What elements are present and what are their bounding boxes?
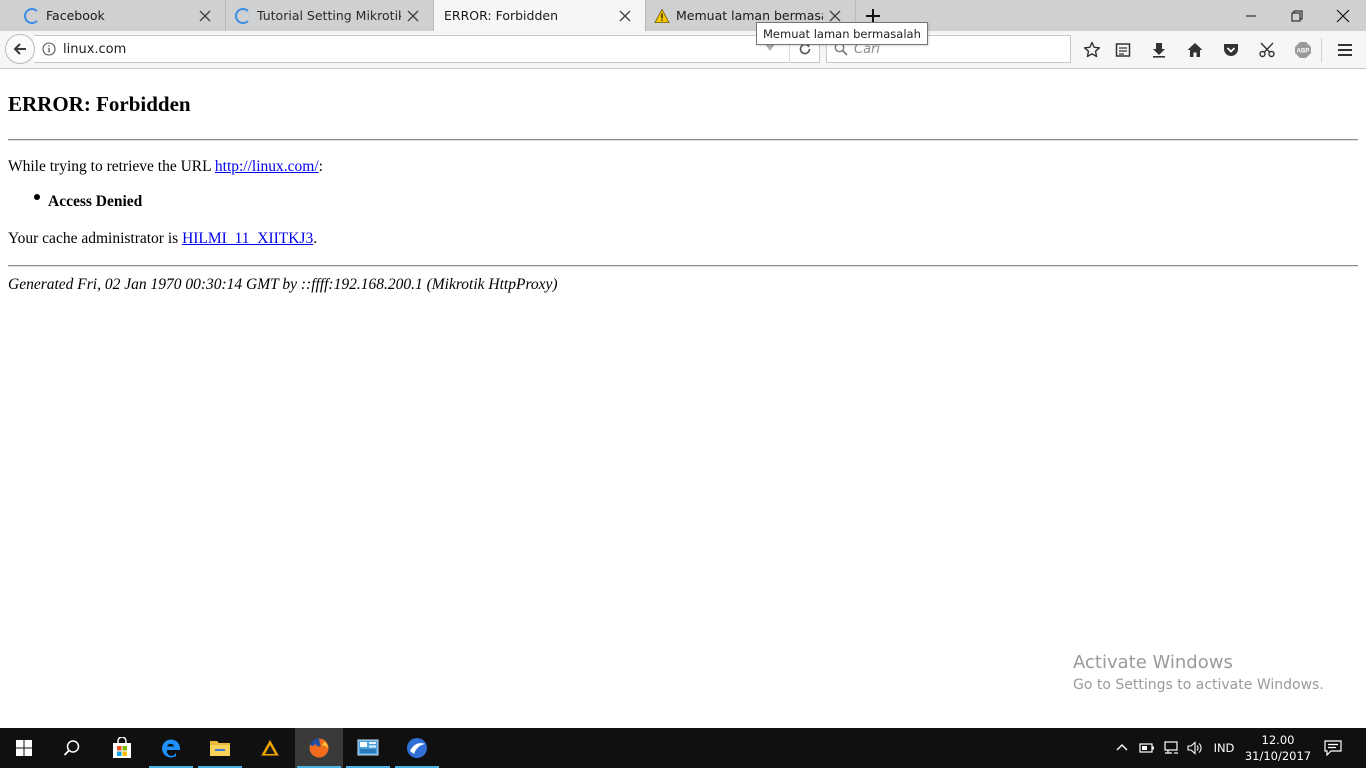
- tab-label: ERROR: Forbidden: [444, 8, 559, 23]
- reading-list-button[interactable]: [1110, 37, 1136, 63]
- close-window-button[interactable]: [1320, 0, 1366, 31]
- scissors-icon: [1259, 42, 1275, 58]
- back-arrow-icon: [13, 43, 26, 55]
- adblock-plus-button[interactable]: ABP: [1290, 37, 1316, 63]
- back-button[interactable]: [5, 34, 35, 64]
- taskbar-search-button[interactable]: [48, 728, 96, 768]
- notification-icon: [1324, 740, 1342, 756]
- cache-admin-link[interactable]: HILMI_11_XIITKJ3: [182, 230, 313, 247]
- control-panel-icon: [357, 739, 379, 756]
- close-tab-icon[interactable]: [405, 8, 421, 24]
- warning-icon: [654, 8, 670, 23]
- pocket-button[interactable]: [1218, 37, 1244, 63]
- loading-spinner-icon: [24, 7, 40, 24]
- start-button[interactable]: [0, 728, 48, 768]
- home-icon: [1187, 43, 1203, 57]
- minimize-icon: [1246, 15, 1256, 16]
- url-bar[interactable]: linux.com: [34, 35, 820, 63]
- bookmarks-menu-icon: [1115, 43, 1131, 57]
- site-info-icon[interactable]: [42, 42, 56, 56]
- navigation-toolbar: linux.com Cari ABP: [0, 31, 1366, 69]
- minimize-button[interactable]: [1228, 0, 1274, 31]
- retrieve-suffix: :: [318, 158, 323, 175]
- taskbar-firefox[interactable]: [295, 728, 343, 768]
- pocket-icon: [1224, 44, 1238, 56]
- taskbar-file-explorer[interactable]: [196, 728, 244, 768]
- retrieve-text: While trying to retrieve the URL: [8, 158, 215, 175]
- tray-volume[interactable]: [1185, 728, 1205, 768]
- file-explorer-icon: [210, 741, 230, 756]
- taskbar: IND 12.00 31/10/2017: [0, 728, 1366, 768]
- bookmark-star-button[interactable]: [1079, 37, 1105, 63]
- divider: [8, 265, 1358, 267]
- tray-battery[interactable]: [1137, 728, 1157, 768]
- access-denied-text: Access Denied: [48, 193, 143, 210]
- app-icon: [259, 737, 281, 757]
- tab-tutorial-mikrotik[interactable]: Tutorial Setting Mikrotik Me: [226, 0, 434, 31]
- battery-icon: [1139, 743, 1154, 753]
- download-icon: [1153, 43, 1165, 58]
- screenshot-tool-button[interactable]: [1254, 37, 1280, 63]
- action-center-button[interactable]: [1320, 728, 1346, 768]
- admin-text: Your cache administrator is: [8, 230, 183, 247]
- page-content: ERROR: Forbidden While trying to retriev…: [0, 70, 1366, 728]
- edge-icon: [162, 739, 180, 758]
- downloads-button[interactable]: [1146, 37, 1172, 63]
- tray-language[interactable]: IND: [1210, 728, 1238, 768]
- restore-button[interactable]: [1274, 0, 1320, 31]
- retrieve-url-line: While trying to retrieve the URL http://…: [8, 158, 323, 176]
- taskbar-network-app[interactable]: [393, 728, 441, 768]
- hamburger-menu-icon: [1338, 44, 1352, 56]
- close-icon: [1336, 9, 1350, 22]
- generated-footer: Generated Fri, 02 Jan 1970 00:30:14 GMT …: [8, 276, 558, 293]
- tray-clock[interactable]: 12.00 31/10/2017: [1240, 732, 1316, 764]
- tab-error-forbidden[interactable]: ERROR: Forbidden: [434, 0, 646, 31]
- taskbar-edge[interactable]: [147, 728, 195, 768]
- tray-network[interactable]: [1161, 728, 1183, 768]
- taskbar-app[interactable]: [246, 728, 294, 768]
- page-title: ERROR: Forbidden: [8, 92, 191, 116]
- watermark-subtitle: Go to Settings to activate Windows.: [1073, 677, 1324, 693]
- close-tab-icon[interactable]: [617, 8, 633, 24]
- search-icon: [63, 740, 80, 756]
- firefox-icon: [309, 738, 329, 758]
- taskbar-store[interactable]: [98, 728, 146, 768]
- adblock-plus-icon: ABP: [1295, 42, 1311, 58]
- divider: [8, 139, 1358, 141]
- activate-windows-watermark: Activate Windows Go to Settings to activ…: [1073, 652, 1324, 693]
- admin-suffix: .: [313, 230, 318, 247]
- tab-label: Facebook: [46, 8, 105, 23]
- windows-start-icon: [16, 740, 32, 756]
- clock-date: 31/10/2017: [1244, 749, 1312, 763]
- chevron-up-icon: [1116, 744, 1128, 751]
- open-menu-button[interactable]: [1332, 37, 1358, 63]
- toolbar-separator: [1321, 38, 1322, 62]
- svg-text:ABP: ABP: [1297, 49, 1310, 55]
- restore-icon: [1291, 10, 1303, 21]
- star-icon: [1083, 41, 1101, 58]
- taskbar-control-panel[interactable]: [344, 728, 392, 768]
- close-tab-icon[interactable]: [197, 8, 213, 24]
- cache-admin-line: Your cache administrator is HILMI_11_XII…: [8, 230, 317, 248]
- volume-icon: [1187, 741, 1202, 755]
- tab-label: Memuat laman bermasalah: [676, 8, 823, 23]
- retrieve-url-link[interactable]: http://linux.com/: [215, 158, 319, 175]
- network-app-icon: [407, 738, 427, 758]
- tab-tooltip: Memuat laman bermasalah: [756, 22, 928, 45]
- tab-facebook[interactable]: Facebook: [0, 0, 226, 31]
- bullet-marker: [34, 194, 40, 200]
- tab-strip: Facebook Tutorial Setting Mikrotik Me ER…: [0, 0, 1366, 31]
- clock-time: 12.00: [1261, 733, 1295, 747]
- store-icon: [113, 737, 131, 758]
- network-icon: [1164, 741, 1178, 754]
- loading-spinner-icon: [235, 7, 251, 24]
- show-hidden-icons-button[interactable]: [1112, 728, 1132, 768]
- watermark-title: Activate Windows: [1073, 652, 1233, 673]
- home-button[interactable]: [1182, 37, 1208, 63]
- tab-label: Tutorial Setting Mikrotik Me: [257, 8, 401, 23]
- url-text[interactable]: linux.com: [63, 42, 126, 57]
